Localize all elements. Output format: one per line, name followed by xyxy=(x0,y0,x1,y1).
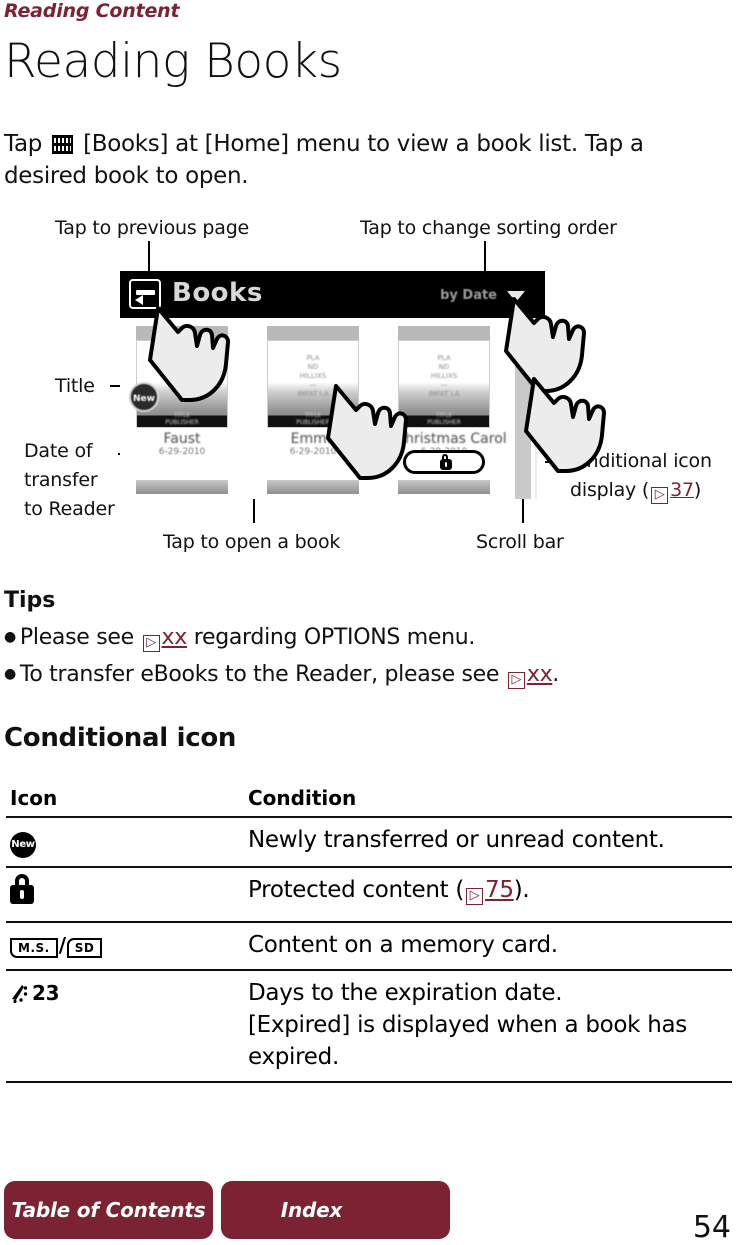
bullet-icon: ● xyxy=(4,629,16,645)
table-row: 23 Days to the expiration date. [Expired… xyxy=(6,970,732,1083)
cell-condition: Protected content (▷ 75). xyxy=(244,867,732,923)
table-row: M.S. / SD Content on a memory card. xyxy=(6,922,732,971)
conditional-icon-table: Icon Condition New Newly transferred or … xyxy=(6,780,732,1083)
callout-open-book: Tap to open a book xyxy=(163,531,341,553)
index-label: Index xyxy=(280,1198,343,1222)
expiration-days: 23 xyxy=(32,981,60,1005)
cell-icon: New xyxy=(6,817,244,868)
page-ref-icon: ▷ xyxy=(507,672,525,689)
callout-title: Title xyxy=(55,375,95,397)
cell-condition: Content on a memory card. xyxy=(244,922,732,971)
table-of-contents-button[interactable]: Table of Contents xyxy=(4,1181,213,1239)
pointing-hand-icon xyxy=(148,306,230,402)
callout-scroll-bar: Scroll bar xyxy=(476,531,564,553)
intro-text-before: Tap xyxy=(4,131,50,157)
table-header-row: Icon Condition xyxy=(6,780,732,818)
expiration-indicator: 23 xyxy=(10,977,60,1009)
cell-icon: 23 xyxy=(6,970,244,1083)
annotated-diagram: Tap to previous page Tap to change sorti… xyxy=(0,205,739,565)
tip-text-pre: To transfer eBooks to the Reader, please… xyxy=(19,662,500,687)
intro-text-after: [Books] at [Home] menu to view a book li… xyxy=(4,131,644,189)
tip-text-post: . xyxy=(552,662,559,687)
document-page: Reading Content Reading Books Tap [Books… xyxy=(0,0,739,1245)
book-title: Faust xyxy=(163,431,201,447)
tip-text-post: regarding OPTIONS menu. xyxy=(193,625,476,650)
memory-stick-icon: M.S. xyxy=(10,938,58,958)
cell-condition-post: ). xyxy=(513,877,530,903)
sort-order-label[interactable]: by Date xyxy=(440,288,497,303)
page-ref-icon: ▷ xyxy=(466,888,484,905)
page-ref-number[interactable]: xx xyxy=(527,662,553,687)
callout-date-of-transfer-text: Date of transfer to Reader xyxy=(24,440,115,520)
page-number: 54 xyxy=(692,1210,731,1245)
book-cover-footer: TITLE PUBLISHER xyxy=(165,412,199,426)
index-button[interactable]: Index xyxy=(221,1181,450,1239)
column-header-condition: Condition xyxy=(244,780,732,818)
cell-condition: Days to the expiration date. [Expired] i… xyxy=(244,970,732,1083)
pointing-hand-icon xyxy=(326,384,408,480)
callout-prev-page: Tap to previous page xyxy=(55,217,250,239)
book-cover-lines: PLA ND HILLIXS — IMFAT I.A xyxy=(428,354,460,398)
tip-item: ● To transfer eBooks to the Reader, pleas… xyxy=(4,662,559,689)
sd-card-icon: SD xyxy=(66,938,103,958)
slash-separator: / xyxy=(58,933,66,957)
books-shelf-icon xyxy=(52,135,74,154)
leader-prev-page xyxy=(148,241,150,273)
page-ref-icon: ▷ xyxy=(651,487,669,504)
intro-paragraph: Tap [Books] at [Home] menu to view a boo… xyxy=(4,128,720,192)
conditional-icon-display-pre: display ( xyxy=(570,479,650,501)
page-ref-number[interactable]: 37 xyxy=(670,479,694,501)
shelf-row xyxy=(136,480,228,494)
cell-icon: M.S. / SD xyxy=(6,922,244,971)
cell-condition-pre: Protected content ( xyxy=(248,877,465,903)
tip-item: ● Please see ▷ xx regarding OPTIONS menu. xyxy=(4,625,475,652)
page-ref-icon: ▷ xyxy=(142,635,160,652)
bullet-icon: ● xyxy=(4,666,16,682)
tips-heading: Tips xyxy=(4,588,56,613)
callout-sorting-order: Tap to change sorting order xyxy=(360,217,617,239)
table-row: Protected content (▷ 75). xyxy=(6,867,732,923)
leader-sorting-order xyxy=(484,241,486,273)
expiration-clock-icon xyxy=(10,983,29,1003)
conditional-icon-display-post: ) xyxy=(693,479,702,501)
new-badge-icon: New xyxy=(10,832,36,858)
column-header-icon: Icon xyxy=(6,780,244,818)
lock-icon xyxy=(440,454,452,470)
callout-conditional-icon-line2: display (▷ 37) xyxy=(570,477,701,504)
tip-text-pre: Please see xyxy=(19,625,134,650)
conditional-icon-highlight xyxy=(403,450,485,474)
section-heading-conditional-icon: Conditional icon xyxy=(4,723,237,753)
page-ref-number[interactable]: xx xyxy=(162,625,188,650)
table-row: New Newly transferred or unread content. xyxy=(6,817,732,868)
page-ref-number[interactable]: 75 xyxy=(485,877,514,903)
table-of-contents-label: Table of Contents xyxy=(11,1198,206,1222)
lock-icon xyxy=(10,874,34,904)
cell-icon xyxy=(6,867,244,923)
cell-condition: Newly transferred or unread content. xyxy=(244,817,732,868)
pointing-hand-icon xyxy=(524,377,606,473)
running-head: Reading Content xyxy=(4,0,180,22)
page-title: Reading Books xyxy=(4,34,342,89)
book-date: 6-29-2010 xyxy=(158,447,206,457)
